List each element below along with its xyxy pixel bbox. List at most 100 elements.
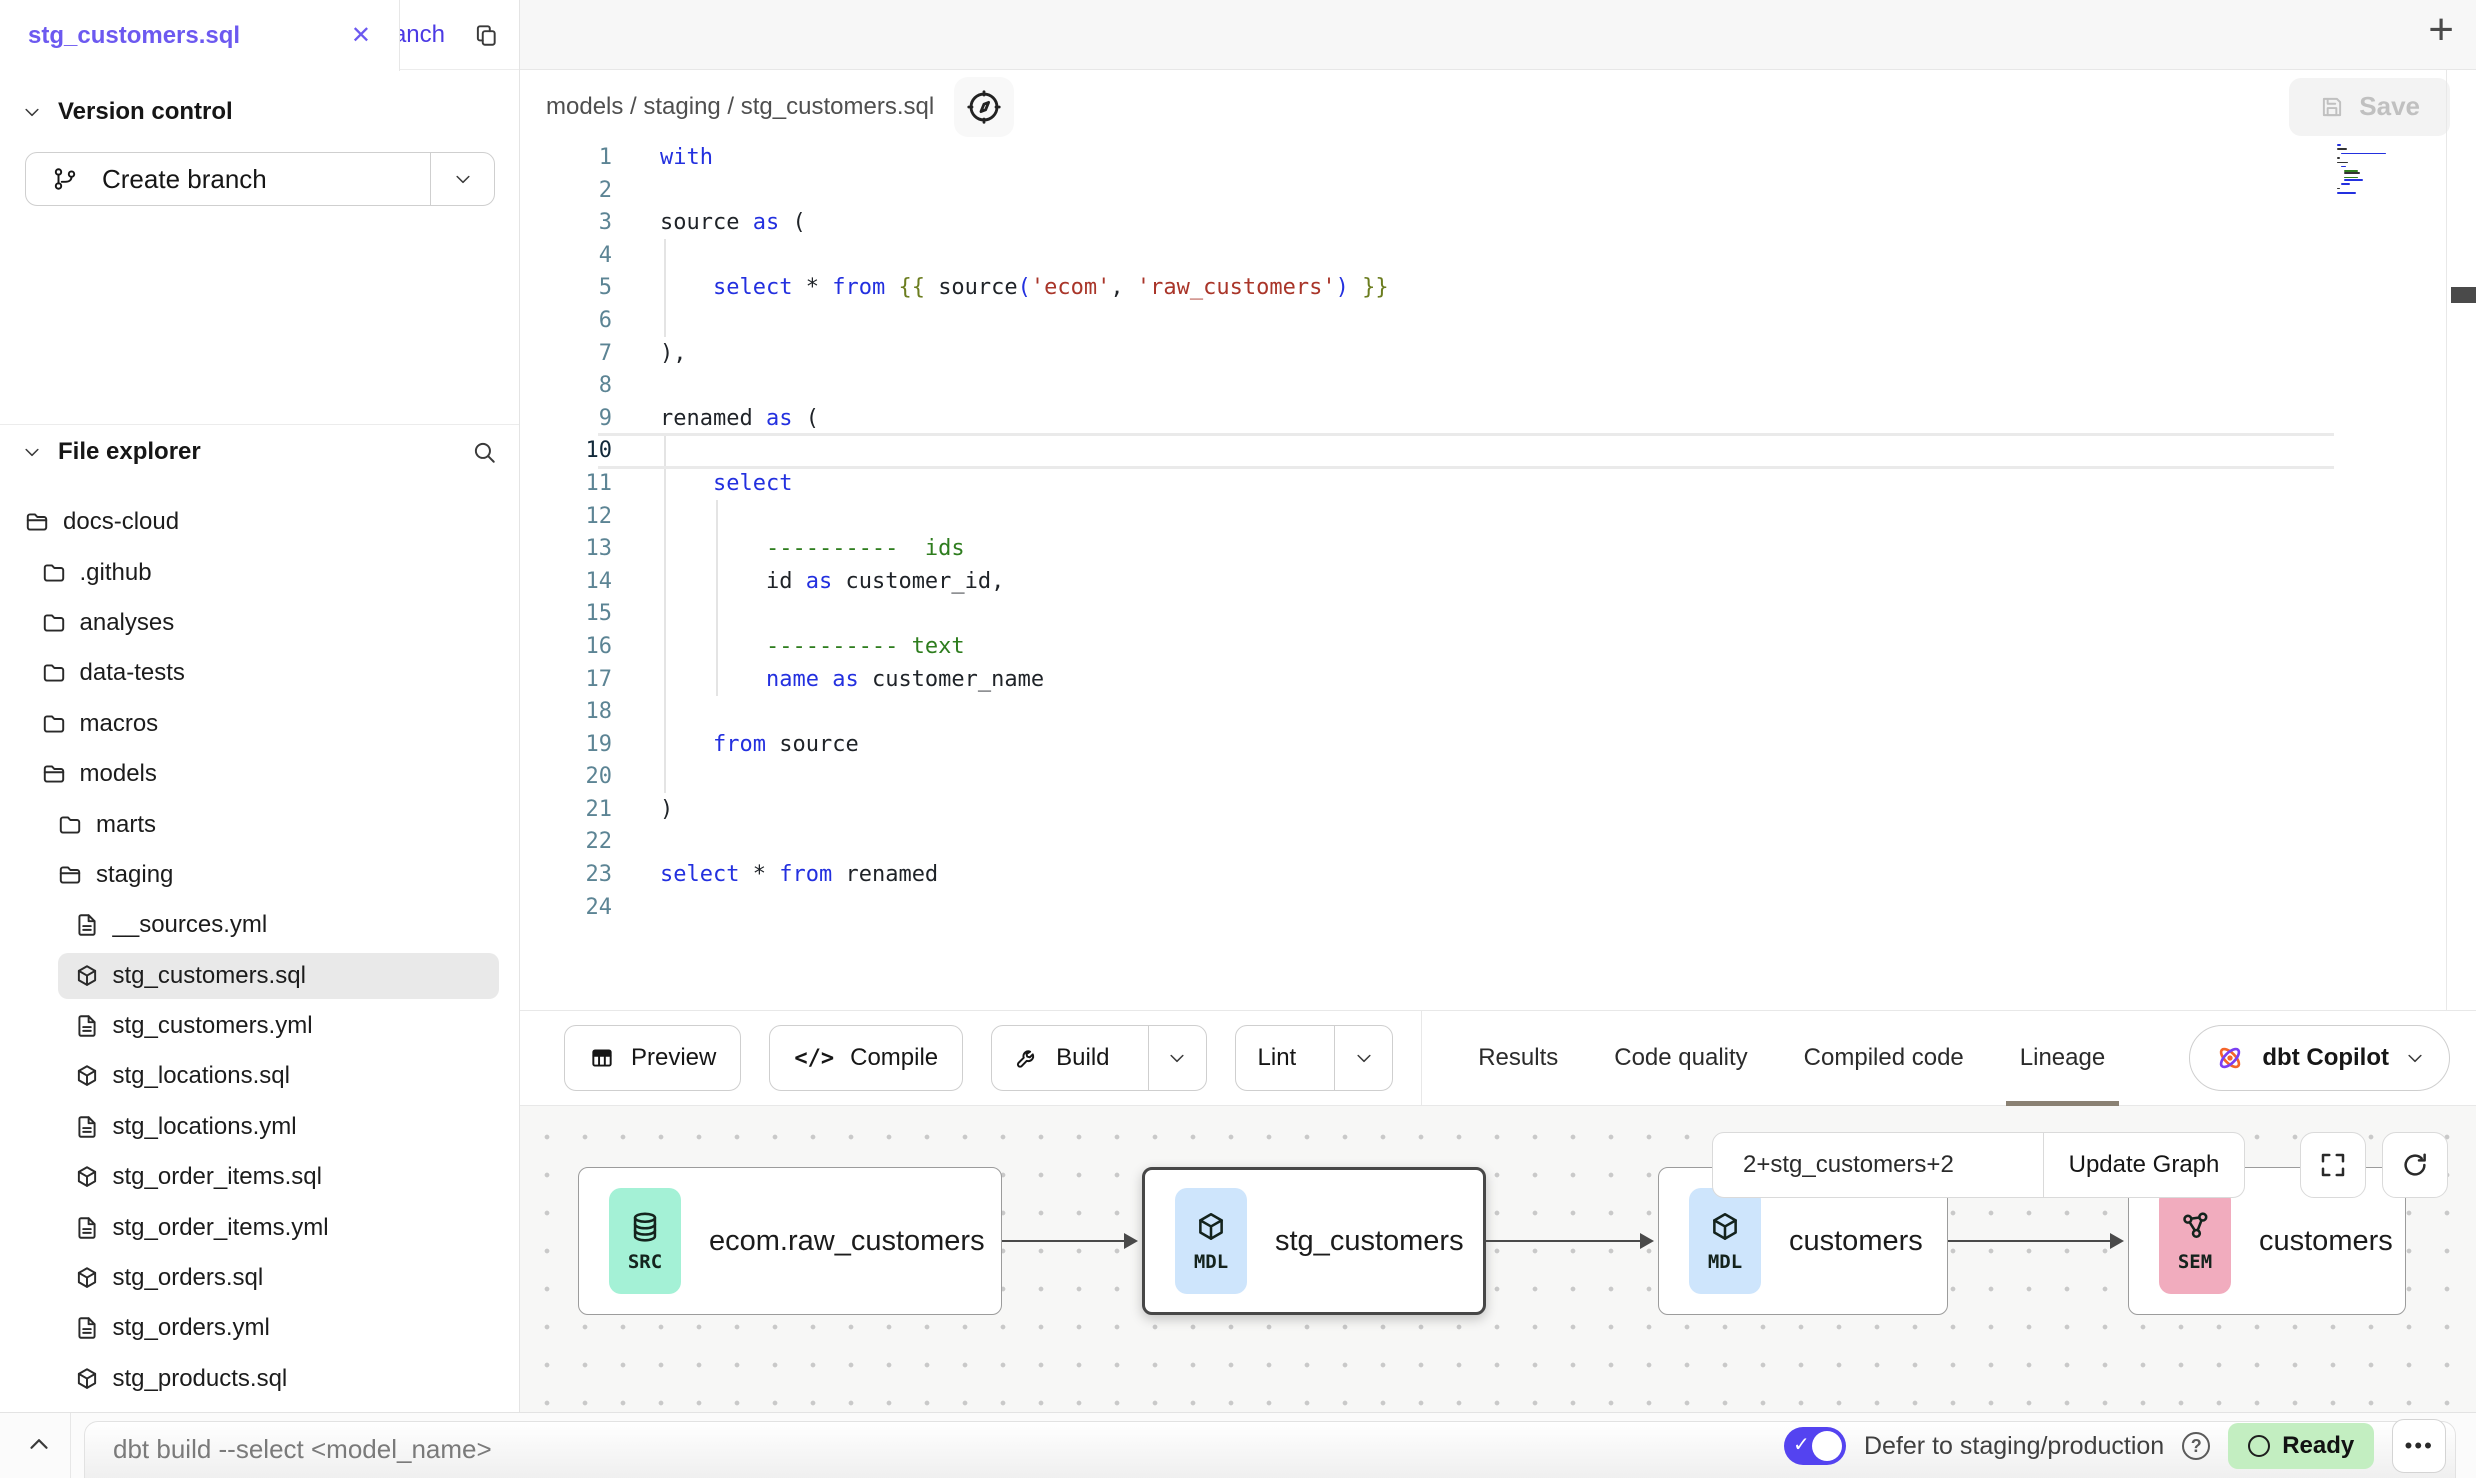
version-control-header[interactable]: Version control	[0, 98, 519, 126]
lint-button[interactable]: Lint	[1236, 1026, 1319, 1090]
more-options-button[interactable]: •••	[2392, 1419, 2446, 1473]
code-line[interactable]: 16 ---------- text	[520, 631, 2446, 664]
code-line[interactable]: 4	[520, 240, 2446, 273]
file-explorer-header[interactable]: File explorer	[0, 438, 519, 466]
code-text: select * from {{ source('ecom', 'raw_cus…	[660, 272, 1389, 305]
file-tree-item[interactable]: stg_locations.yml	[0, 1102, 519, 1152]
file-tree-item[interactable]: data-tests	[0, 648, 519, 698]
line-number: 22	[520, 826, 612, 859]
code-line[interactable]: 24	[520, 892, 2446, 925]
chevron-down-icon[interactable]	[22, 442, 42, 462]
lineage-panel[interactable]: SRCecom.raw_customersMDLstg_customersMDL…	[520, 1106, 2476, 1412]
file-tree-item[interactable]: docs-cloud	[0, 497, 519, 547]
dbt-copilot-button[interactable]: dbt Copilot	[2189, 1025, 2450, 1091]
dbt-copilot-icon	[2214, 1042, 2246, 1074]
file-tree-item[interactable]: staging	[0, 850, 519, 900]
lint-dropdown[interactable]	[1334, 1026, 1392, 1090]
fullscreen-button[interactable]	[2300, 1132, 2366, 1198]
new-tab-button[interactable]: +	[2428, 8, 2454, 52]
active-line-highlight	[598, 433, 2334, 469]
code-line[interactable]: 10	[520, 435, 2446, 468]
code-line[interactable]: 20	[520, 761, 2446, 794]
code-line[interactable]: 19 from source	[520, 729, 2446, 762]
explore-button[interactable]	[954, 77, 1014, 137]
line-number: 8	[520, 370, 612, 403]
file-name: stg_locations.sql	[113, 1062, 290, 1090]
file-tree-item[interactable]: stg_orders.sql	[0, 1253, 519, 1303]
code-line[interactable]: 2	[520, 175, 2446, 208]
file-name: stg_order_items.sql	[113, 1163, 322, 1191]
result-tabs: Results Code quality Compiled code Lineage	[1422, 1010, 2105, 1106]
minimap[interactable]	[2337, 144, 2405, 200]
ready-status-badge[interactable]: Ready	[2228, 1423, 2374, 1469]
code-line[interactable]: 8	[520, 370, 2446, 403]
preview-button[interactable]: Preview	[564, 1025, 741, 1091]
create-branch-button[interactable]: Create branch	[25, 152, 495, 206]
code-line[interactable]: 6	[520, 305, 2446, 338]
code-line[interactable]: 3source as (	[520, 207, 2446, 240]
update-graph-button[interactable]: Update Graph	[2044, 1133, 2244, 1197]
editor-right-divider	[2446, 70, 2447, 1010]
scrollbar-thumb[interactable]	[2451, 287, 2476, 303]
ready-label: Ready	[2282, 1432, 2354, 1460]
folder-icon	[41, 610, 67, 636]
tab-results[interactable]: Results	[1478, 1010, 1558, 1106]
code-line[interactable]: 21)	[520, 794, 2446, 827]
code-line[interactable]: 9renamed as (	[520, 403, 2446, 436]
help-icon[interactable]: ?	[2182, 1432, 2210, 1460]
lineage-node-stg_customers[interactable]: MDLstg_customers	[1142, 1167, 1486, 1315]
defer-label: Defer to staging/production	[1864, 1432, 2164, 1461]
build-button[interactable]: Build	[992, 1026, 1131, 1090]
lineage-node-ecom-raw_customers[interactable]: SRCecom.raw_customers	[578, 1167, 1002, 1315]
code-line[interactable]: 14 id as customer_id,	[520, 566, 2446, 599]
file-tree-item[interactable]: macros	[0, 699, 519, 749]
create-branch-dropdown[interactable]	[430, 153, 494, 205]
code-line[interactable]: 13 ---------- ids	[520, 533, 2446, 566]
search-icon[interactable]	[471, 439, 497, 465]
file-tree-item[interactable]: stg_order_items.sql	[0, 1152, 519, 1202]
file-tree-item[interactable]: stg_customers.yml	[0, 1001, 519, 1051]
file-icon	[74, 1215, 100, 1241]
code-line[interactable]: 17 name as customer_name	[520, 664, 2446, 697]
file-tree-item[interactable]: marts	[0, 799, 519, 849]
file-tree-item[interactable]: stg_orders.yml	[0, 1303, 519, 1353]
line-number: 5	[520, 272, 612, 305]
code-line[interactable]: 1with	[520, 142, 2446, 175]
close-icon[interactable]: ✕	[351, 21, 371, 50]
code-line[interactable]: 15	[520, 598, 2446, 631]
code-line[interactable]: 18	[520, 696, 2446, 729]
file-name: stg_orders.yml	[113, 1314, 270, 1342]
tab-stg-customers-sql[interactable]: stg_customers.sql ✕	[0, 0, 400, 71]
file-tree-item[interactable]: stg_customers.sql	[0, 951, 519, 1001]
file-tree-item[interactable]: analyses	[0, 598, 519, 648]
chevron-down-icon[interactable]	[22, 102, 42, 122]
defer-toggle[interactable]: ✓	[1784, 1427, 1846, 1465]
code-line[interactable]: 22	[520, 826, 2446, 859]
save-button[interactable]: Save	[2289, 78, 2450, 136]
lineage-selector-input[interactable]: 2+stg_customers+2	[1713, 1133, 2043, 1197]
file-tree-item[interactable]: stg_order_items.yml	[0, 1202, 519, 1252]
copy-icon[interactable]	[473, 22, 499, 48]
file-tree-item[interactable]: .github	[0, 547, 519, 597]
file-tree-item[interactable]: stg_products.sql	[0, 1354, 519, 1404]
code-line[interactable]: 7),	[520, 338, 2446, 371]
code-line[interactable]: 11 select	[520, 468, 2446, 501]
build-dropdown[interactable]	[1148, 1026, 1206, 1090]
file-tree-item[interactable]: __sources.yml	[0, 900, 519, 950]
file-name: docs-cloud	[63, 508, 179, 536]
code-line[interactable]: 5 select * from {{ source('ecom', 'raw_c…	[520, 272, 2446, 305]
tab-compiled-code[interactable]: Compiled code	[1804, 1010, 1964, 1106]
folder-icon	[41, 560, 67, 586]
code-line[interactable]: 23select * from renamed	[520, 859, 2446, 892]
node-label: customers	[2259, 1225, 2393, 1258]
refresh-button[interactable]	[2382, 1132, 2448, 1198]
chevron-up-icon[interactable]	[24, 1429, 54, 1459]
tab-lineage[interactable]: Lineage	[2020, 1010, 2105, 1106]
code-line[interactable]: 12	[520, 501, 2446, 534]
code-editor[interactable]: 1with23source as (45 select * from {{ so…	[520, 142, 2446, 1010]
file-tree-item[interactable]: stg_locations.sql	[0, 1051, 519, 1101]
tab-code-quality[interactable]: Code quality	[1614, 1010, 1747, 1106]
line-number: 17	[520, 664, 612, 697]
file-tree-item[interactable]: models	[0, 749, 519, 799]
compile-button[interactable]: </> Compile	[769, 1025, 963, 1091]
